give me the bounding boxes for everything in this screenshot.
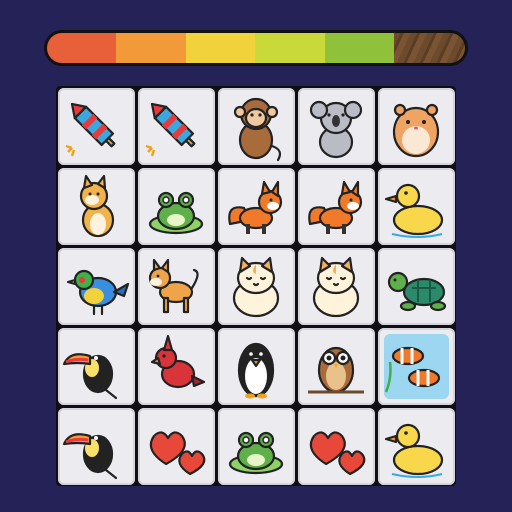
duck-icon — [384, 423, 443, 478]
tile-clownfish[interactable] — [377, 327, 455, 405]
game-board — [56, 86, 456, 486]
hamster-icon — [392, 103, 439, 157]
tile-fox[interactable] — [217, 167, 295, 245]
timer-segment — [255, 33, 325, 63]
fox-icon — [307, 180, 362, 234]
tile-koala[interactable] — [297, 87, 375, 165]
time-progress-bar — [44, 30, 468, 66]
clownfish-icon — [383, 333, 449, 399]
tile-frog[interactable] — [217, 407, 295, 485]
cat-icon — [232, 256, 279, 317]
tile-hearts[interactable] — [297, 407, 375, 485]
tile-shiba-sitting[interactable] — [57, 167, 135, 245]
frog-icon — [228, 431, 283, 474]
finch-bird-icon — [66, 269, 129, 315]
penguin-icon — [237, 342, 274, 398]
hearts-icon — [309, 430, 365, 475]
toucan-icon — [62, 432, 117, 479]
tile-firework-rocket[interactable] — [137, 87, 215, 165]
hearts-icon — [149, 430, 205, 475]
tile-toucan[interactable] — [57, 407, 135, 485]
timer-segment — [324, 33, 394, 63]
frog-icon — [148, 191, 203, 234]
tile-toucan[interactable] — [57, 327, 135, 405]
shiba-sitting-icon — [79, 174, 114, 237]
tile-shiba-standing[interactable] — [137, 247, 215, 325]
timer-empty-wood — [393, 33, 465, 63]
tile-frog[interactable] — [137, 167, 215, 245]
tile-hamster[interactable] — [377, 87, 455, 165]
monkey-icon — [233, 97, 281, 161]
koala-icon — [309, 100, 362, 158]
tile-fox[interactable] — [297, 167, 375, 245]
toucan-icon — [62, 352, 117, 399]
tile-monkey[interactable] — [217, 87, 295, 165]
tile-penguin[interactable] — [217, 327, 295, 405]
timer-segment — [185, 33, 256, 63]
timer-segment — [47, 33, 117, 63]
timer-segment — [116, 33, 186, 63]
tile-duck[interactable] — [377, 167, 455, 245]
firework-rocket-icon — [65, 102, 115, 156]
turtle-icon — [387, 271, 446, 311]
cat-icon — [312, 256, 359, 317]
duck-icon — [384, 183, 443, 238]
tile-finch-bird[interactable] — [57, 247, 135, 325]
tile-owl[interactable] — [297, 327, 375, 405]
tile-hearts[interactable] — [137, 407, 215, 485]
firework-rocket-icon — [145, 102, 195, 156]
tile-cardinal[interactable] — [137, 327, 215, 405]
fox-icon — [227, 180, 282, 234]
tile-cat[interactable] — [217, 247, 295, 325]
tile-turtle[interactable] — [377, 247, 455, 325]
shiba-standing-icon — [148, 258, 199, 313]
cardinal-icon — [150, 334, 205, 388]
owl-icon — [307, 346, 364, 393]
tile-firework-rocket[interactable] — [57, 87, 135, 165]
tile-cat[interactable] — [297, 247, 375, 325]
tile-duck[interactable] — [377, 407, 455, 485]
